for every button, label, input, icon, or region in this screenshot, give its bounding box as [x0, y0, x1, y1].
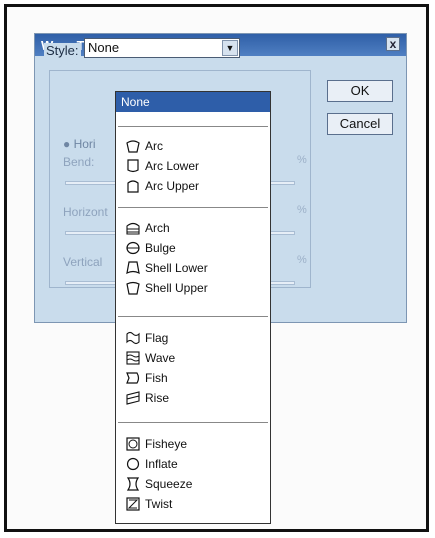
menu-item-label: Fish — [145, 371, 168, 385]
fisheye-icon — [126, 437, 140, 451]
shell-lower-icon — [126, 261, 140, 275]
menu-item-fisheye[interactable]: Fisheye — [126, 434, 187, 454]
menu-item-twist[interactable]: Twist — [126, 494, 172, 514]
menu-item-label: Arc — [145, 139, 163, 153]
horizontal-distortion-label: Horizont — [63, 205, 108, 219]
menu-item-arc-lower[interactable]: Arc Lower — [126, 156, 199, 176]
menu-separator — [118, 316, 268, 317]
arch-icon — [126, 222, 140, 235]
menu-item-label: Fisheye — [145, 437, 188, 451]
horizontal-radio-label: Hori — [73, 137, 96, 151]
menu-item-label: Shell Lower — [145, 261, 208, 275]
flag-icon — [126, 331, 140, 345]
menu-item-label: Inflate — [145, 457, 178, 471]
style-selected-value: None — [88, 40, 120, 55]
menu-item-fish[interactable]: Fish — [126, 368, 168, 388]
wave-icon — [126, 351, 140, 365]
chevron-down-icon[interactable]: ▼ — [222, 40, 238, 56]
ok-button[interactable]: OK — [327, 80, 393, 102]
menu-item-label: Shell Upper — [145, 281, 208, 295]
close-button[interactable]: x — [386, 37, 400, 51]
menu-item-flag[interactable]: Flag — [126, 328, 168, 348]
squeeze-icon — [126, 477, 140, 491]
arc-lower-icon — [127, 159, 139, 173]
cancel-button[interactable]: Cancel — [327, 113, 393, 135]
menu-separator — [118, 207, 268, 208]
style-dropdown-menu: None Arc Arc Lower Arc Upper Arch Bulge … — [115, 91, 271, 524]
style-label: Style: — [44, 43, 81, 58]
menu-item-shell-upper[interactable]: Shell Upper — [126, 278, 208, 298]
menu-item-label: Wave — [145, 351, 176, 365]
arc-upper-icon — [127, 180, 139, 193]
menu-item-squeeze[interactable]: Squeeze — [126, 474, 192, 494]
horizontal-radio[interactable]: ● Hori — [63, 137, 96, 151]
menu-item-wave[interactable]: Wave — [126, 348, 175, 368]
menu-item-label: Bulge — [145, 241, 176, 255]
menu-item-shell-lower[interactable]: Shell Lower — [126, 258, 208, 278]
arc-icon — [126, 140, 140, 153]
menu-item-arch[interactable]: Arch — [126, 218, 170, 238]
menu-item-label: Arch — [145, 221, 170, 235]
menu-item-label: Twist — [145, 497, 173, 511]
rise-icon — [126, 391, 140, 405]
shell-upper-icon — [126, 281, 140, 295]
vertical-percent: % — [297, 254, 307, 266]
menu-item-label: Squeeze — [145, 477, 193, 491]
menu-item-rise[interactable]: Rise — [126, 388, 169, 408]
style-select[interactable]: None ▼ — [84, 38, 240, 58]
menu-item-none[interactable]: None — [116, 92, 270, 112]
horizontal-percent: % — [297, 204, 307, 216]
twist-icon — [126, 497, 140, 511]
menu-separator — [118, 126, 268, 127]
menu-item-label: Flag — [145, 331, 169, 345]
radio-dot-icon: ● — [63, 137, 71, 151]
bend-label: Bend: — [63, 155, 95, 169]
menu-item-arc-upper[interactable]: Arc Upper — [126, 176, 199, 196]
menu-item-bulge[interactable]: Bulge — [126, 238, 176, 258]
menu-item-label: Arc Lower — [145, 159, 200, 173]
vertical-distortion-label: Vertical — [63, 255, 103, 269]
menu-item-label: Rise — [145, 391, 170, 405]
fish-icon — [126, 372, 140, 384]
menu-item-label: Arc Upper — [145, 179, 200, 193]
bulge-icon — [126, 241, 140, 255]
inflate-icon — [126, 457, 140, 471]
menu-item-arc[interactable]: Arc — [126, 136, 163, 156]
menu-separator — [118, 422, 268, 423]
bend-percent: % — [297, 154, 307, 166]
menu-item-inflate[interactable]: Inflate — [126, 454, 178, 474]
